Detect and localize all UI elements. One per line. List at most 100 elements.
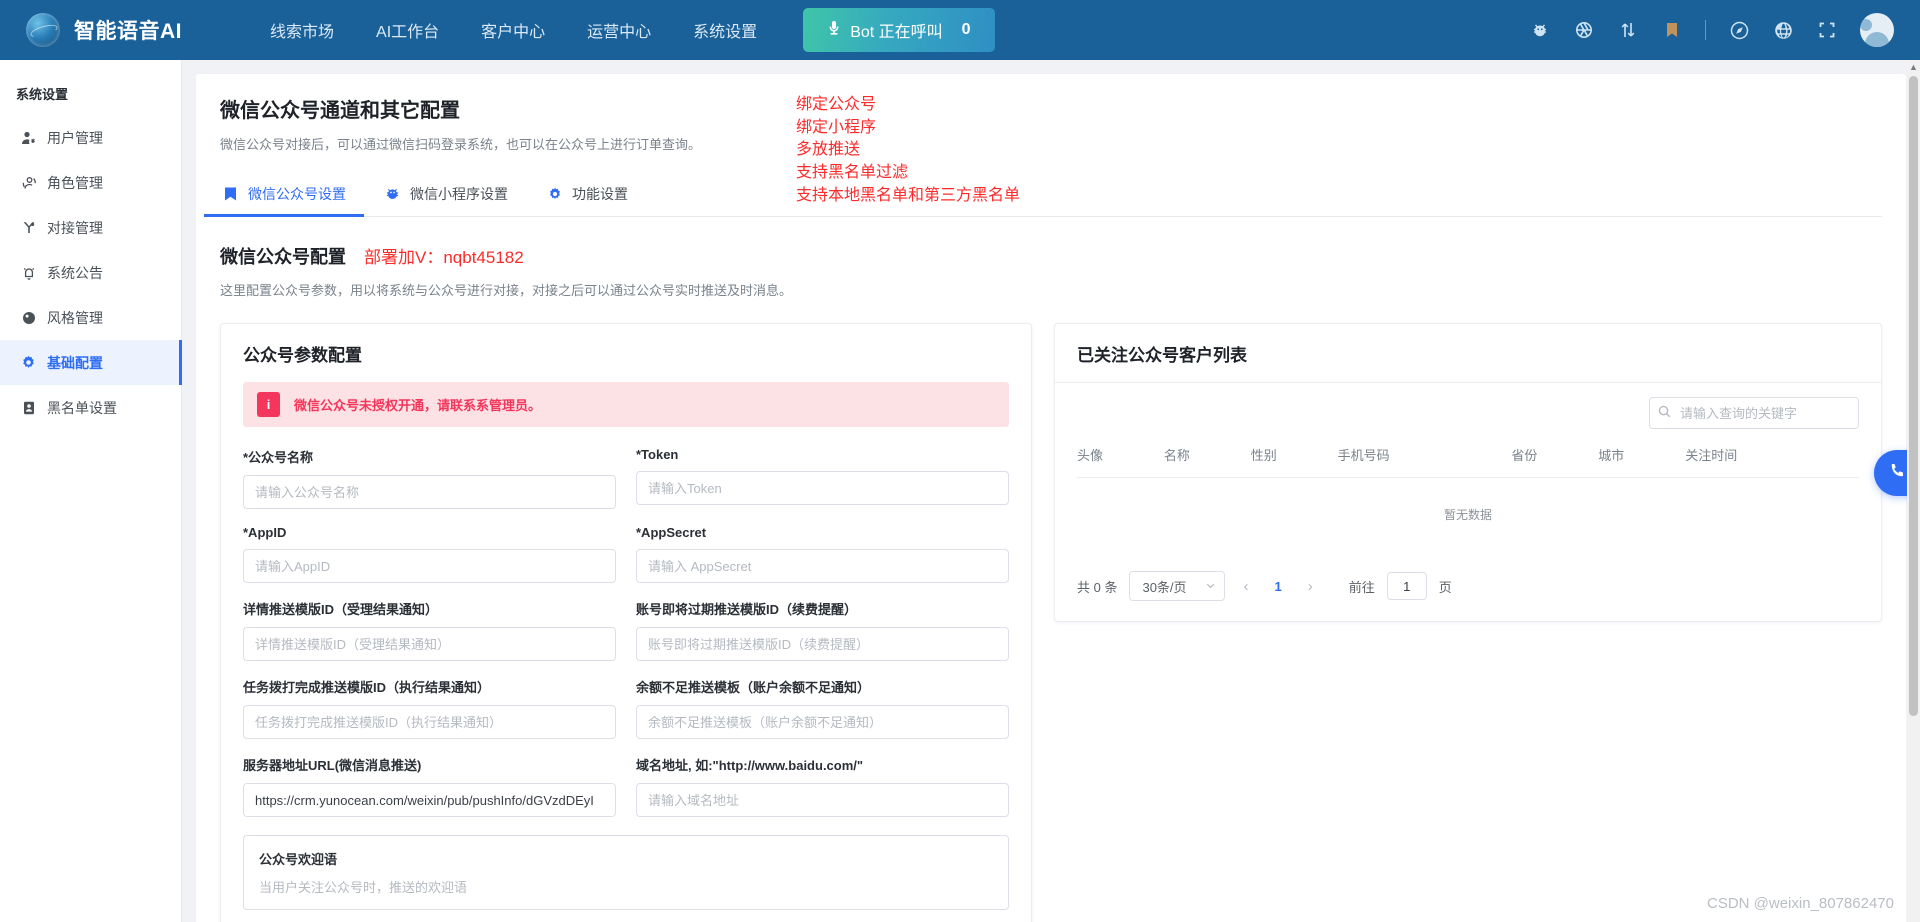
bug-icon: [384, 186, 401, 203]
tab-label: 功能设置: [572, 186, 628, 202]
welcome-message-box[interactable]: 公众号欢迎语 当用户关注公众号时，推送的欢迎语: [243, 835, 1009, 910]
brand[interactable]: 智能语音AI: [26, 13, 236, 47]
sidebar-item-label: 用户管理: [47, 129, 103, 146]
form-panel-body: i 微信公众号未授权开通，请联系系管理员。 *公众号名称 *Token: [221, 382, 1031, 922]
page-size-label: 30条/页: [1142, 579, 1187, 595]
nav-link-customer-center[interactable]: 客户中心: [481, 18, 545, 42]
low-balance-template-input[interactable]: [636, 705, 1009, 739]
globe-icon[interactable]: [1772, 19, 1794, 41]
column-header-avatar: 头像: [1077, 448, 1104, 463]
column-header-city: 城市: [1598, 448, 1625, 463]
table-head: 头像 名称 性别 手机号码 省份 城市 关注时间: [1077, 437, 1859, 478]
column-header-province: 省份: [1511, 448, 1538, 463]
form-row: 任务拨打完成推送模版ID（执行结果通知） 余额不足推送模板（账户余额不足通知）: [243, 677, 1009, 739]
fullscreen-icon[interactable]: [1816, 19, 1838, 41]
tab-function-settings[interactable]: 功能设置: [544, 175, 630, 216]
vertical-scrollbar[interactable]: ▲: [1907, 60, 1920, 922]
alert-message: 微信公众号未授权开通，请联系系管理员。: [294, 398, 542, 413]
table-toolbar: [1055, 383, 1881, 437]
sidebar-item-label: 对接管理: [47, 219, 103, 236]
field-label: *AppID: [243, 525, 287, 540]
scrollbar-thumb[interactable]: [1909, 76, 1918, 716]
phone-icon: [1888, 461, 1907, 485]
app-root: 智能语音AI 线索市场 AI工作台 客户中心 运营中心 系统设置 Bot 正在呼…: [0, 0, 1920, 922]
token-input[interactable]: [636, 471, 1009, 505]
nav-link-operations-center[interactable]: 运营中心: [587, 18, 651, 42]
field-low-balance-template: 余额不足推送模板（账户余额不足通知）: [636, 677, 1009, 739]
sidebar-item-user-management[interactable]: 用户管理: [0, 115, 181, 160]
expiry-template-id-input[interactable]: [636, 627, 1009, 661]
sidebar-item-style-management[interactable]: 风格管理: [0, 295, 181, 340]
server-url-input[interactable]: [243, 783, 616, 817]
pagination-jump-prefix: 前往: [1348, 579, 1375, 595]
nav-link-ai-workbench[interactable]: AI工作台: [376, 18, 439, 42]
sidebar-item-basic-config[interactable]: 基础配置: [0, 340, 182, 385]
aperture-icon[interactable]: [1573, 19, 1595, 41]
brand-name: 智能语音AI: [74, 20, 182, 43]
field-label: 域名地址, 如:"http://www.baidu.com/": [636, 758, 864, 773]
list-column: 已关注公众号客户列表 请输入查询的关键字 头像 名称 性别 手机号码 省份 城市…: [1054, 323, 1882, 922]
appsecret-input[interactable]: [636, 549, 1009, 583]
account-name-input[interactable]: [243, 475, 616, 509]
compass-icon[interactable]: [1728, 19, 1750, 41]
welcome-box-title: 公众号欢迎语: [259, 852, 338, 867]
search-wrapper: [1649, 397, 1859, 429]
gear-icon: [20, 354, 37, 371]
bell-icon: [20, 264, 37, 281]
page-subtitle: 微信公众号对接后，可以通过微信扫码登录系统，也可以在公众号上进行订单查询。: [220, 137, 702, 152]
content-columns: 公众号参数配置 i 微信公众号未授权开通，请联系系管理员。 *公众号名称 请输入…: [220, 323, 1882, 922]
sidebar-item-system-announcement[interactable]: 系统公告: [0, 250, 181, 295]
tab-wechat-mini-program[interactable]: 微信小程序设置: [382, 175, 510, 216]
authorization-alert: i 微信公众号未授权开通，请联系系管理员。: [243, 382, 1009, 427]
section-header: 微信公众号配置 部署加V：nqbt45182: [220, 243, 1882, 269]
column-header-gender: 性别: [1250, 448, 1277, 463]
table-container: 头像 名称 性别 手机号码 省份 城市 关注时间 暂无数据: [1055, 437, 1881, 555]
annotation-line: 绑定小程序: [796, 118, 877, 136]
bookmark-icon[interactable]: [1661, 19, 1683, 41]
task-complete-template-id-input[interactable]: [243, 705, 616, 739]
pagination-page-1[interactable]: 1: [1266, 579, 1289, 594]
page-title: 微信公众号通道和其它配置: [220, 100, 460, 122]
chevron-down-icon: [1205, 579, 1216, 594]
nav-right-icons: [1529, 13, 1902, 47]
sidebar-item-label: 角色管理: [47, 174, 103, 191]
field-account-name: *公众号名称: [243, 447, 616, 509]
pagination-jump-input[interactable]: [1386, 572, 1427, 600]
avatar[interactable]: [1860, 13, 1894, 47]
page-size-select[interactable]: 30条/页: [1129, 571, 1226, 601]
search-icon: [1658, 405, 1671, 423]
domain-address-input[interactable]: [636, 783, 1009, 817]
form-panel-title: 公众号参数配置: [243, 346, 362, 365]
brand-logo-icon: [26, 13, 60, 47]
sort-arrows-icon[interactable]: [1617, 19, 1639, 41]
tab-wechat-official-account[interactable]: 微信公众号设置: [204, 175, 364, 217]
pagination: 共 0 条 30条/页 ‹ 1 › 前往 1 页: [1055, 555, 1881, 621]
field-task-complete-template-id: 任务拨打完成推送模版ID（执行结果通知）: [243, 677, 616, 739]
nav-divider: [1705, 20, 1706, 40]
bug-icon[interactable]: [1529, 19, 1551, 41]
nav-link-system-settings[interactable]: 系统设置: [693, 18, 757, 42]
sidebar-item-role-management[interactable]: 角色管理: [0, 160, 181, 205]
sidebar: 系统设置 用户管理 角色管理 对接管理 系统公告 风格管理 基础配置 黑名单设置: [0, 60, 182, 922]
detail-template-id-input[interactable]: [243, 627, 616, 661]
pagination-prev-button[interactable]: ‹: [1237, 578, 1254, 595]
sidebar-item-blacklist-settings[interactable]: 黑名单设置: [0, 385, 181, 430]
bot-calling-button[interactable]: Bot 正在呼叫 0: [803, 8, 995, 52]
table-body: 暂无数据: [1077, 478, 1859, 556]
top-navigation-bar: 智能语音AI 线索市场 AI工作台 客户中心 运营中心 系统设置 Bot 正在呼…: [0, 0, 1920, 60]
gear-icon: [546, 186, 563, 203]
pagination-next-button[interactable]: ›: [1302, 578, 1319, 595]
nav-link-leads-market[interactable]: 线索市场: [270, 18, 334, 42]
field-label: 服务器地址URL(微信消息推送): [243, 758, 422, 773]
branch-icon: [20, 219, 37, 236]
sidebar-item-integration-management[interactable]: 对接管理: [0, 205, 181, 250]
section-subtitle: 这里配置公众号参数，用以将系统与公众号进行对接，对接之后可以通过公众号实时推送及…: [220, 283, 793, 298]
section-deploy-tag: 部署加V：nqbt45182: [364, 248, 524, 267]
search-input[interactable]: [1649, 397, 1859, 429]
scroll-up-arrow-icon[interactable]: ▲: [1909, 62, 1918, 72]
microphone-icon: [827, 20, 841, 41]
tab-label: 微信小程序设置: [410, 186, 508, 202]
annotation-line: 支持本地黑名单和第三方黑名单: [796, 186, 1021, 204]
appid-input[interactable]: [243, 549, 616, 583]
tab-label: 微信公众号设置: [248, 186, 346, 202]
